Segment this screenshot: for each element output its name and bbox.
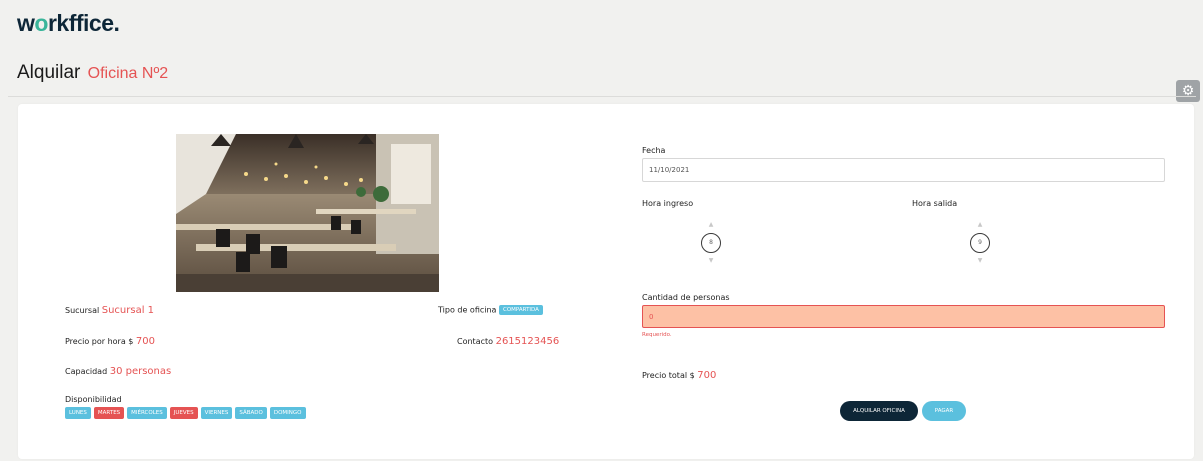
fecha-input[interactable]: 11/10/2021 [642, 158, 1165, 182]
page-title-main: Alquilar [17, 62, 81, 83]
alquilar-oficina-button[interactable]: ALQUILAR OFICINA [840, 401, 918, 421]
tipo-oficina-badge: COMPARTIDA [499, 305, 543, 315]
disponibilidad-days: LUNES MARTES MIÉRCOLES JUEVES VIERNES SÁ… [65, 407, 306, 419]
day-badge: DOMINGO [269, 407, 306, 419]
day-badge: MIÉRCOLES [127, 407, 167, 419]
capacidad-value: 30 personas [109, 366, 172, 377]
hora-ingreso-value[interactable]: 8 [701, 233, 721, 253]
header-divider [8, 96, 1196, 97]
hora-ingreso-label: Hora ingreso [642, 199, 694, 208]
day-badge: SÁBADO [235, 407, 267, 419]
page-title: Alquilar Oficina Nº2 [17, 62, 168, 84]
precio-value: 700 [135, 336, 156, 347]
hora-ingreso-stepper[interactable]: ▲ 8 ▼ [701, 220, 721, 266]
sucursal-value: Sucursal 1 [101, 305, 155, 316]
disponibilidad-label: Disponibilidad [65, 395, 122, 404]
contacto-value: 2615123456 [495, 336, 560, 347]
cantidad-input[interactable]: 0 [642, 305, 1165, 328]
day-badge: VIERNES [200, 407, 233, 419]
contacto-info: Contacto 2615123456 [457, 336, 560, 347]
day-badge: LUNES [65, 407, 91, 419]
office-photo [176, 134, 439, 292]
increment-icon[interactable]: ▲ [701, 220, 721, 230]
day-badge: JUEVES [169, 407, 198, 419]
hora-salida-label: Hora salida [912, 199, 958, 208]
precio-total-value: 700 [697, 370, 717, 381]
settings-button[interactable]: ⚙ [1176, 80, 1200, 102]
increment-icon[interactable]: ▲ [970, 220, 990, 230]
pagar-button[interactable]: PAGAR [922, 401, 966, 421]
fecha-label: Fecha [642, 146, 666, 155]
hora-salida-value[interactable]: 9 [970, 233, 990, 253]
decrement-icon[interactable]: ▼ [970, 256, 990, 266]
precio-total-info: Precio total $ 700 [642, 370, 717, 381]
day-badge: MARTES [93, 407, 125, 419]
page-title-office: Oficina Nº2 [87, 65, 169, 82]
tipo-oficina-info: Tipo de oficina COMPARTIDA [438, 305, 543, 315]
cantidad-label: Cantidad de personas [642, 293, 730, 302]
decrement-icon[interactable]: ▼ [701, 256, 721, 266]
hora-salida-stepper[interactable]: ▲ 9 ▼ [970, 220, 990, 266]
cantidad-error: Requerido. [642, 332, 672, 338]
sucursal-info: Sucursal Sucursal 1 [65, 305, 155, 316]
capacidad-info: Capacidad 30 personas [65, 366, 172, 377]
precio-info: Precio por hora $ 700 [65, 336, 156, 347]
app-logo[interactable]: workffice. [17, 10, 120, 37]
rental-card: Sucursal Sucursal 1 Tipo de oficina COMP… [18, 104, 1194, 459]
